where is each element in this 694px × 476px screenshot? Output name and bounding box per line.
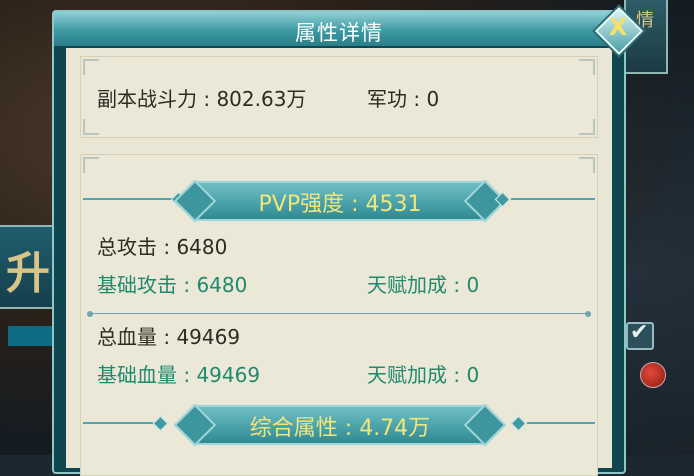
hp-talent-bonus-text: 天赋加成 : 0 — [367, 363, 480, 387]
summary-box: 副本战斗力 : 802.63万 军功 : 0 — [80, 56, 598, 138]
corner-ornament — [579, 59, 595, 75]
attribute-details-dialog: 属性详情 副本战斗力 : 802.63万 军功 : 0 PVP强度 : 4531 — [52, 6, 644, 476]
corner-ornament — [83, 157, 99, 173]
banner-diamond — [152, 415, 169, 432]
checkmark-icon: ✔ — [630, 320, 649, 345]
banner-line — [511, 198, 595, 200]
total-attack-text: 总攻击 : 6480 — [97, 235, 228, 259]
dungeon-power-text: 副本战斗力 : 802.63万 — [97, 87, 307, 111]
attack-talent-bonus-text: 天赋加成 : 0 — [367, 273, 480, 297]
total-hp-text: 总血量 : 49469 — [97, 325, 241, 349]
corner-ornament — [579, 119, 595, 135]
banner-line — [83, 422, 153, 424]
dialog-content: 副本战斗力 : 802.63万 军功 : 0 PVP强度 : 4531 总攻击 … — [66, 48, 612, 476]
banner-line — [527, 422, 595, 424]
corner-ornament — [83, 59, 99, 75]
banner-diamond — [510, 415, 527, 432]
section-divider — [91, 313, 587, 314]
pvp-banner: PVP强度 : 4531 — [81, 181, 597, 221]
pvp-banner-plate: PVP强度 : 4531 — [193, 181, 487, 221]
dialog-title: 属性详情 — [295, 21, 383, 45]
corner-ornament — [579, 157, 595, 173]
background-checkbox[interactable]: ✔ — [626, 320, 654, 350]
overall-banner-plate: 综合属性 : 4.74万 — [193, 405, 487, 445]
base-attack-text: 基础攻击 : 6480 — [97, 273, 248, 297]
background-bar — [8, 326, 58, 346]
close-icon: X — [608, 13, 628, 41]
divider-dot — [585, 311, 591, 317]
overall-banner: 综合属性 : 4.74万 — [81, 405, 597, 445]
overall-attributes-title: 综合属性 : 4.74万 — [249, 416, 431, 441]
pvp-strength-title: PVP强度 : 4531 — [258, 192, 422, 217]
base-hp-text: 基础血量 : 49469 — [97, 363, 261, 387]
pvp-box: PVP强度 : 4531 总攻击 : 6480 基础攻击 : 6480 天赋加成… — [80, 154, 598, 476]
dialog-title-bar: 属性详情 — [54, 12, 624, 46]
corner-ornament — [83, 119, 99, 135]
military-merit-text: 军功 : 0 — [367, 87, 440, 111]
red-orb-icon — [640, 362, 666, 388]
background-badge-char: 升 — [6, 248, 50, 299]
banner-line — [83, 198, 173, 200]
close-button[interactable]: X — [594, 6, 644, 56]
divider-dot — [87, 311, 93, 317]
